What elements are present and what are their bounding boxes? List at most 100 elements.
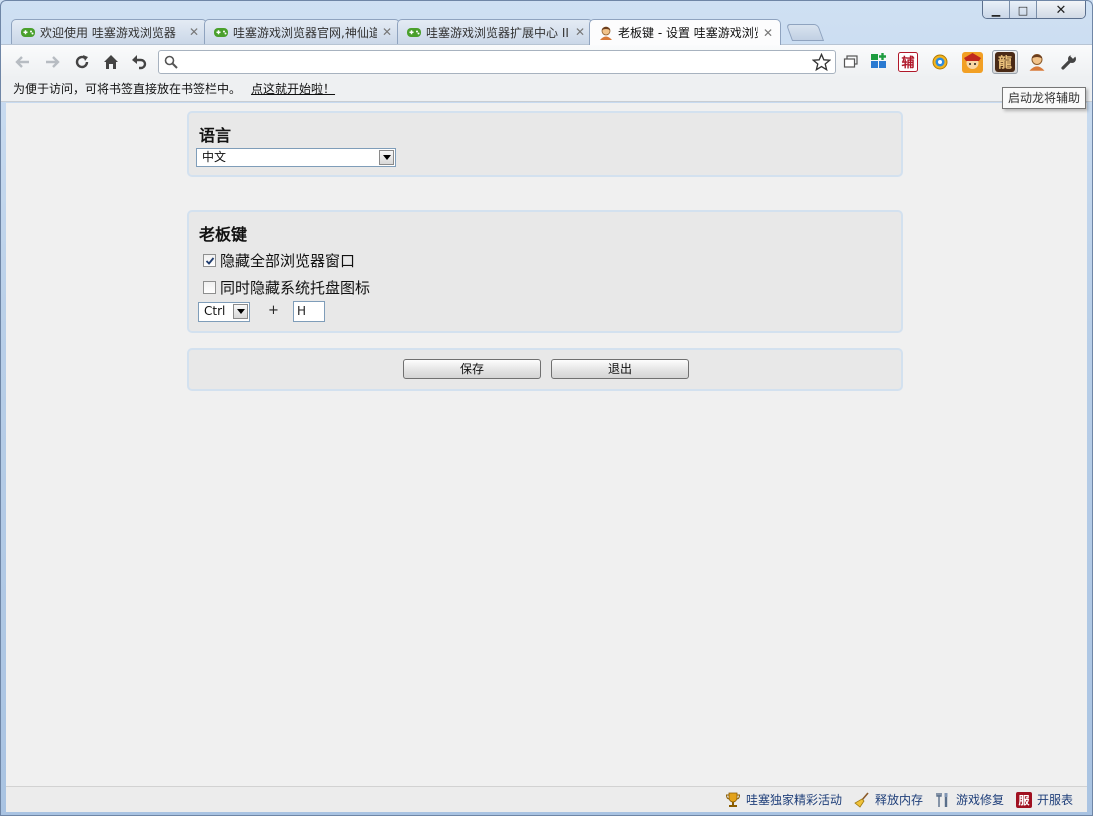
undo-icon <box>132 55 147 70</box>
fu-icon-text: 辅 <box>901 55 914 71</box>
tab-title: 老板键 - 设置 哇塞游戏浏览 <box>618 26 758 40</box>
gamepad-icon <box>214 28 228 37</box>
long-icon-text: 龍 <box>998 55 1012 72</box>
minimize-icon: ▁ <box>991 3 1001 17</box>
ext-window-button[interactable] <box>840 51 862 73</box>
search-icon <box>164 55 178 69</box>
language-selected-value: 中文 <box>202 150 227 164</box>
exit-button[interactable]: 退出 <box>551 359 689 379</box>
wrench-menu-button[interactable] <box>1058 51 1080 73</box>
settings-page: 语言 中文 老板键 隐藏全部浏览器窗口 同时隐藏系统托盘图标 Ctrl + H … <box>6 103 1087 786</box>
status-events-link[interactable]: 哇塞独家精彩活动 <box>725 791 842 808</box>
star-icon[interactable] <box>812 53 831 72</box>
trophy-icon <box>725 792 741 808</box>
save-button[interactable]: 保存 <box>403 359 541 379</box>
tab-official-site[interactable]: 哇塞游戏浏览器官网,神仙道 ✕ <box>204 19 400 44</box>
gamepad-icon <box>21 28 35 37</box>
ext-person-button[interactable] <box>1026 51 1048 73</box>
ext-gear-button[interactable] <box>929 51 951 73</box>
apps-icon <box>871 53 886 68</box>
bookmark-start-link[interactable]: 点这就开始啦！ <box>251 82 335 96</box>
tab-welcome[interactable]: 欢迎使用 哇塞游戏浏览器 ✕ <box>11 19 207 44</box>
minimize-button[interactable]: ▁ <box>983 1 1010 18</box>
tab-close-icon[interactable]: ✕ <box>574 25 586 39</box>
hide-tray-option[interactable]: 同时隐藏系统托盘图标 <box>203 277 370 298</box>
status-server-list-link[interactable]: 服 开服表 <box>1015 791 1073 808</box>
home-icon <box>104 55 118 69</box>
game-avatar-icon <box>961 51 983 73</box>
tab-close-icon[interactable]: ✕ <box>762 26 774 40</box>
hotkey-input[interactable]: H <box>293 301 325 322</box>
checkmark-icon <box>205 256 214 265</box>
status-server-list-label: 开服表 <box>1036 793 1073 807</box>
reload-button[interactable] <box>71 51 93 73</box>
tab-title: 哇塞游戏浏览器官网,神仙道 <box>233 25 377 40</box>
maximize-button[interactable]: □ <box>1010 1 1037 18</box>
chevron-down-icon <box>379 150 394 165</box>
modifier-selected-value: Ctrl <box>204 304 226 318</box>
close-window-button[interactable]: ✕ <box>1037 1 1085 18</box>
language-panel: 语言 中文 <box>187 111 903 177</box>
omnibox[interactable] <box>158 50 836 74</box>
arrow-left-icon <box>15 56 29 68</box>
title-bar: ▁ □ ✕ 欢迎使用 哇塞游戏浏览器 ✕ 哇塞游戏浏览器官网,神仙道 ✕ 哇塞游… <box>1 1 1092 45</box>
back-button[interactable] <box>12 51 34 73</box>
chevron-down-icon <box>233 304 248 319</box>
long-icon: 龍 <box>995 52 1015 72</box>
hide-windows-checkbox[interactable] <box>203 254 216 267</box>
server-list-icon: 服 <box>1015 791 1032 808</box>
bookmark-bar: 为便于访问，可将书签直接放在书签栏中。 点这就开始啦！ <box>1 78 1092 102</box>
hide-tray-label: 同时隐藏系统托盘图标 <box>220 279 371 297</box>
bookmark-hint-text: 为便于访问，可将书签直接放在书签栏中。 <box>13 82 242 96</box>
gear-icon <box>932 54 948 70</box>
tab-bosskey-settings[interactable]: 老板键 - 设置 哇塞游戏浏览 ✕ <box>589 19 781 45</box>
modifier-select[interactable]: Ctrl <box>198 302 250 322</box>
forward-button[interactable] <box>41 51 63 73</box>
actions-panel: 保存 退出 <box>187 348 903 391</box>
language-title: 语言 <box>199 126 232 145</box>
status-game-repair-link[interactable]: 游戏修复 <box>935 791 1004 808</box>
status-free-memory-link[interactable]: 释放内存 <box>854 791 923 808</box>
status-events-label: 哇塞独家精彩活动 <box>745 793 842 807</box>
address-input[interactable] <box>183 53 803 71</box>
arrow-right-icon <box>46 56 60 68</box>
language-select[interactable]: 中文 <box>196 148 396 167</box>
tab-close-icon[interactable]: ✕ <box>381 25 393 39</box>
fu-icon: 辅 <box>898 52 918 72</box>
new-tab-button[interactable] <box>785 24 825 41</box>
broom-icon <box>854 791 870 808</box>
tab-extension-center[interactable]: 哇塞游戏浏览器扩展中心 II ✕ <box>397 19 593 44</box>
extension-tooltip: 启动龙将辅助 <box>1002 87 1087 109</box>
status-game-repair-label: 游戏修复 <box>955 793 1004 807</box>
tools-icon <box>935 792 951 808</box>
person-icon <box>600 26 612 40</box>
toolbar: 辅 龍 <box>1 44 1092 78</box>
plus-sign: + <box>268 303 279 318</box>
wrench-icon <box>1061 53 1076 70</box>
gamepad-icon <box>407 28 421 37</box>
ext-apps-button[interactable] <box>868 51 890 73</box>
hotkey-value: H <box>297 304 307 318</box>
tab-title: 哇塞游戏浏览器扩展中心 II <box>426 25 569 40</box>
bosskey-panel: 老板键 隐藏全部浏览器窗口 同时隐藏系统托盘图标 Ctrl + H <box>187 210 903 333</box>
bosskey-title: 老板键 <box>199 225 248 244</box>
hide-windows-option[interactable]: 隐藏全部浏览器窗口 <box>203 250 355 271</box>
tab-close-icon[interactable]: ✕ <box>188 25 200 39</box>
maximize-icon: □ <box>1017 3 1029 17</box>
ext-fu-helper-button[interactable]: 辅 <box>897 51 919 73</box>
window-icon <box>843 55 858 68</box>
tab-title: 欢迎使用 哇塞游戏浏览器 <box>40 25 176 40</box>
ext-longjiang-helper-button[interactable]: 龍 <box>992 50 1018 74</box>
browser-window: ▁ □ ✕ 欢迎使用 哇塞游戏浏览器 ✕ 哇塞游戏浏览器官网,神仙道 ✕ 哇塞游… <box>0 0 1093 816</box>
ext-game-avatar-button[interactable] <box>961 51 983 73</box>
person-icon <box>1029 54 1045 71</box>
hide-tray-checkbox[interactable] <box>203 281 216 294</box>
home-button[interactable] <box>100 51 122 73</box>
hide-windows-label: 隐藏全部浏览器窗口 <box>220 252 356 270</box>
status-free-memory-label: 释放内存 <box>874 793 923 807</box>
close-icon: ✕ <box>1055 2 1067 18</box>
reload-icon <box>75 55 89 69</box>
undo-close-button[interactable] <box>128 51 150 73</box>
status-bar: 哇塞独家精彩活动 释放内存 游戏修复 服 开服表 <box>6 786 1087 812</box>
window-controls: ▁ □ ✕ <box>982 1 1086 19</box>
